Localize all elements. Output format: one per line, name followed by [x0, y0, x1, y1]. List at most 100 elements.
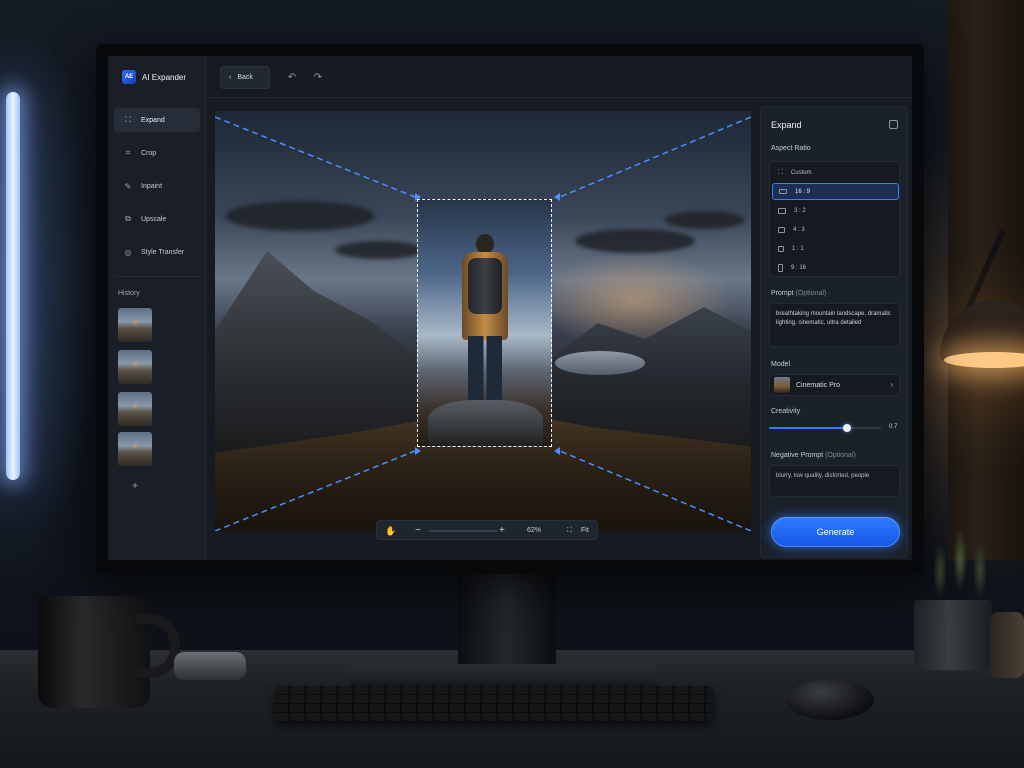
ratio-icon — [778, 263, 783, 272]
sidebar: AE AI Expander ⛶ Expand ⌗ Crop ✎ Inpaint… — [108, 56, 206, 560]
wooden-shelf — [948, 0, 1024, 560]
brand: AE AI Expander — [122, 70, 186, 84]
ratio-icon — [778, 226, 785, 233]
guide-line-bottom-right — [559, 450, 751, 531]
undo-icon[interactable]: ↶ — [284, 69, 300, 85]
back-button[interactable]: ‹ Back — [220, 66, 270, 89]
cup — [990, 612, 1024, 678]
settings-panel: Expand Aspect Ratio ⛶ Custom 16 : 9 3 : … — [760, 106, 908, 558]
style-icon: ◎ — [124, 247, 132, 257]
brand-logo-icon: AE — [122, 70, 136, 84]
led-light-strip — [6, 92, 20, 480]
arrow-icon — [554, 447, 560, 455]
collapse-panel-icon[interactable] — [889, 120, 898, 129]
ratio-label: Custom — [790, 169, 812, 176]
creativity-label: Creativity — [771, 408, 801, 415]
history-item-2[interactable] — [118, 350, 152, 384]
expand-icon: ⛶ — [125, 115, 131, 124]
prompt-label-text: Prompt — [771, 290, 794, 297]
keyboard — [274, 686, 714, 722]
sidebar-item-style-transfer[interactable]: ◎ Style Transfer — [114, 240, 200, 264]
arrow-icon — [554, 193, 560, 201]
sidebar-item-label: Crop — [141, 149, 157, 157]
sidebar-item-label: Inpaint — [141, 182, 163, 190]
sidebar-divider — [114, 276, 200, 277]
ratio-option-16-9[interactable]: 16 : 9 — [772, 183, 899, 200]
negative-prompt-label-text: Negative Prompt — [771, 452, 824, 459]
custom-ratio-icon: ⛶ — [778, 168, 783, 176]
smart-speaker — [174, 652, 246, 680]
chevron-left-icon: ‹ — [229, 74, 232, 81]
original-image-frame[interactable] — [417, 199, 552, 447]
ratio-icon — [779, 189, 787, 194]
history-title: History — [118, 290, 140, 297]
history-item-4[interactable] — [118, 432, 152, 466]
sidebar-item-label: Upscale — [141, 215, 167, 223]
ratio-option-4-3[interactable]: 4 : 3 — [772, 221, 899, 238]
guide-line-top-right — [559, 116, 751, 198]
creativity-slider[interactable] — [769, 424, 881, 432]
negative-prompt-label: Negative Prompt (Optional) — [771, 452, 856, 459]
mouse — [786, 680, 874, 720]
negative-prompt-input[interactable]: blurry, low quality, distorted, people — [769, 465, 900, 497]
creativity-slider-thumb[interactable] — [843, 424, 852, 432]
prompt-optional: (Optional) — [795, 290, 827, 297]
hand-icon[interactable]: ✋ — [385, 521, 396, 541]
plant-pot — [914, 600, 992, 670]
model-select[interactable]: Cinematic Pro › — [769, 374, 900, 396]
zoom-in-button[interactable]: + — [499, 521, 505, 541]
sidebar-item-upscale[interactable]: ⧉ Upscale — [114, 207, 200, 231]
monitor-stand — [458, 572, 556, 668]
topbar: ‹ Back ↶ ↷ ⚙ — [208, 56, 912, 98]
panel-title: Expand — [771, 120, 802, 130]
aspect-ratio-list: ⛶ Custom 16 : 9 3 : 2 4 : 3 1 : 1 9 : 16 — [769, 161, 900, 277]
brand-name: AI Expander — [142, 72, 187, 82]
chevron-right-icon: › — [890, 380, 893, 389]
crop-icon: ⌗ — [125, 148, 131, 157]
model-label: Model — [771, 361, 791, 368]
ratio-label: 1 : 1 — [792, 245, 804, 252]
arrow-icon — [415, 447, 421, 455]
brush-icon: ✎ — [124, 181, 132, 191]
model-value: Cinematic Pro — [796, 381, 840, 389]
aspect-ratio-label: Aspect Ratio — [771, 145, 811, 152]
sidebar-item-crop[interactable]: ⌗ Crop — [114, 141, 200, 165]
app-screen: AE AI Expander ⛶ Expand ⌗ Crop ✎ Inpaint… — [108, 56, 912, 560]
ratio-option-3-2[interactable]: 3 : 2 — [772, 202, 899, 219]
hiker-head — [476, 234, 494, 254]
back-label: Back — [237, 74, 253, 81]
generate-button[interactable]: Generate — [771, 517, 900, 547]
history-item-1[interactable] — [118, 308, 152, 342]
zoom-out-button[interactable]: − — [415, 521, 421, 541]
ratio-label: 16 : 9 — [795, 188, 811, 195]
model-thumbnail — [774, 377, 790, 393]
redo-icon[interactable]: ↷ — [310, 69, 326, 85]
zoom-toolbar: ✋ − + 62% ⛶ Fit — [376, 520, 598, 540]
guide-line-bottom-left — [215, 450, 416, 531]
sidebar-item-inpaint[interactable]: ✎ Inpaint — [114, 174, 200, 198]
sidebar-item-label: Expand — [141, 116, 165, 124]
zoom-slider[interactable] — [429, 530, 497, 532]
prompt-input[interactable]: breathtaking mountain landscape, dramati… — [769, 303, 900, 347]
sidebar-item-expand[interactable]: ⛶ Expand — [114, 108, 200, 132]
prompt-label: Prompt (Optional) — [771, 290, 826, 297]
ratio-icon — [778, 207, 786, 214]
creativity-value: 0.7 — [889, 424, 898, 430]
creativity-slider-fill — [769, 427, 848, 429]
ratio-icon — [778, 245, 784, 252]
coffee-mug — [38, 596, 150, 708]
ratio-label: 4 : 3 — [793, 226, 805, 233]
history-item-3[interactable] — [118, 392, 152, 426]
fit-icon[interactable]: ⛶ — [567, 521, 572, 541]
fit-button[interactable]: Fit — [581, 521, 589, 541]
upscale-icon: ⧉ — [125, 214, 131, 223]
zoom-level: 62% — [527, 527, 542, 534]
history-add-button[interactable]: + — [128, 480, 142, 494]
summit-rocks — [428, 400, 543, 446]
ratio-label: 9 : 16 — [791, 264, 807, 271]
ratio-option-custom[interactable]: ⛶ Custom — [772, 164, 899, 181]
ratio-option-9-16[interactable]: 9 : 16 — [772, 259, 899, 276]
ratio-option-1-1[interactable]: 1 : 1 — [772, 240, 899, 257]
sidebar-item-label: Style Transfer — [141, 248, 185, 256]
hiker-backpack — [468, 258, 502, 314]
